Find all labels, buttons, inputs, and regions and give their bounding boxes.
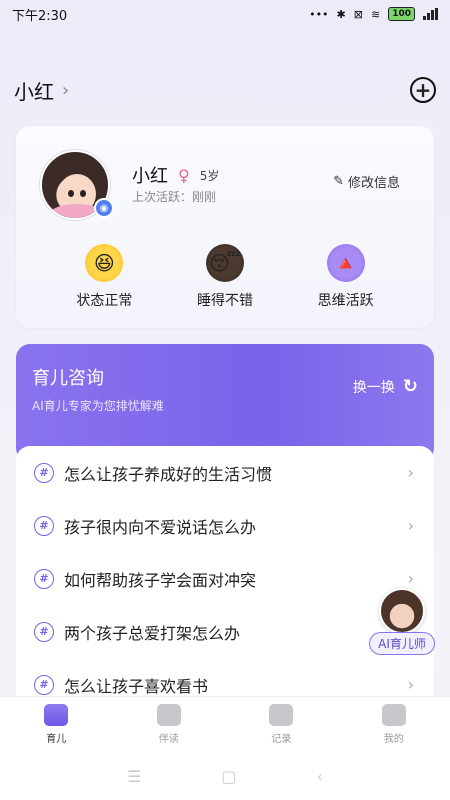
tab-label: 伴读 [158,734,179,745]
pencil-icon: ✎ [333,174,344,189]
question-text: 怎么让孩子养成好的生活习惯 [64,464,273,484]
question-text: 孩子很内向不爱说话怎么办 [64,517,257,537]
name-row: 小红 ♀ 5岁 [132,162,219,188]
thinking-emoji-icon: 🔺 [326,244,365,282]
refresh-label: 换一换 [352,379,395,396]
status-icons: ••• ✱ ⊠ ≋ 100 [309,7,438,21]
chevron-right-icon: › [407,463,414,482]
records-icon [269,704,294,726]
tab-reading[interactable]: 伴读 [134,704,204,745]
ai-assistant-label: AI育儿师 [369,632,435,655]
consult-title: 育儿咨询 [32,368,104,389]
user-icon [381,704,406,726]
status-bar: 下午2:30 ••• ✱ ⊠ ≋ 100 [0,0,450,28]
signal-icon [423,8,438,20]
book-icon [156,704,181,726]
camera-icon[interactable]: ◉ [94,198,114,218]
list-item[interactable]: # 怎么让孩子喜欢看书 › [16,658,434,696]
question-text: 怎么让孩子喜欢看书 [64,676,209,696]
refresh-button[interactable]: 换一换 ↻ [353,376,418,397]
edit-info-button[interactable]: ✎ 修改信息 [333,172,400,191]
hashtag-icon: # [34,515,54,536]
list-item[interactable]: # 怎么让孩子养成好的生活习惯 › [16,446,434,499]
question-list: # 怎么让孩子养成好的生活习惯 › # 孩子很内向不爱说话怎么办 › # 如何帮… [16,446,434,696]
edit-info-label: 修改信息 [347,176,400,191]
last-active: 上次活跃：刚刚 [132,190,217,204]
tab-label: 育儿 [46,734,67,745]
status-time: 下午2:30 [12,8,68,24]
tab-label: 记录 [271,734,292,745]
child-selector[interactable]: 小红 › [14,76,69,105]
add-child-button[interactable]: + [410,77,436,103]
female-icon: ♀ [178,165,190,185]
consult-subtitle: AI育儿专家为您排忧解难 [32,399,164,413]
parenting-icon [44,704,69,726]
sim-icon: ⊠ [353,7,363,21]
ai-assistant-avatar [379,588,425,634]
ai-assistant-button[interactable]: AI育儿师 [362,588,442,655]
tab-parenting[interactable]: 育儿 [21,704,91,745]
status-item-thinking[interactable]: 🔺 思维活跃 [318,244,374,310]
question-text: 如何帮助孩子学会面对冲突 [64,570,257,590]
hashtag-icon: # [34,674,54,695]
tab-label: 我的 [383,734,404,745]
home-icon[interactable]: ▢ [221,767,236,786]
menu-icon[interactable]: ☰ [127,767,141,786]
header: 小红 › + [14,72,436,108]
status-label: 睡得不错 [196,293,253,309]
back-icon[interactable]: ‹ [317,767,323,786]
profile-card: ◉ 小红 ♀ 5岁 上次活跃：刚刚 ✎ 修改信息 😆 状态正常 😴 睡得不错 🔺… [16,126,434,328]
hashtag-icon: # [34,621,54,642]
tab-records[interactable]: 记录 [246,704,316,745]
refresh-icon: ↻ [402,376,418,397]
happy-emoji-icon: 😆 [85,244,124,282]
status-item-sleep[interactable]: 😴 睡得不错 [197,244,253,310]
system-nav-bar: ☰ ▢ ‹ [0,752,450,800]
question-text: 两个孩子总爱打架怎么办 [64,623,241,643]
wifi-icon: ≋ [370,7,381,21]
list-item[interactable]: # 孩子很内向不爱说话怎么办 › [16,499,434,552]
child-age: 5岁 [199,168,220,183]
consult-card: 育儿咨询 AI育儿专家为您排忧解难 换一换 ↻ [16,344,434,462]
status-items: 😆 状态正常 😴 睡得不错 🔺 思维活跃 [16,244,434,310]
chevron-right-icon: › [407,516,414,535]
status-item-mood[interactable]: 😆 状态正常 [76,244,132,310]
bluetooth-icon: ✱ [336,7,346,21]
tab-bar: 育儿 伴读 记录 我的 [0,696,450,752]
tab-mine[interactable]: 我的 [359,704,429,745]
chevron-right-icon: › [407,675,414,694]
hashtag-icon: # [34,568,54,589]
chevron-right-icon: › [62,79,70,101]
child-selector-name: 小红 [14,79,54,104]
status-label: 状态正常 [76,293,133,309]
sleep-emoji-icon: 😴 [205,244,244,282]
dots-icon: ••• [309,7,329,21]
chevron-right-icon: › [407,569,414,588]
child-name: 小红 [132,166,168,187]
hashtag-icon: # [34,462,54,483]
status-label: 思维活跃 [317,293,374,309]
battery-icon: 100 [388,7,415,21]
